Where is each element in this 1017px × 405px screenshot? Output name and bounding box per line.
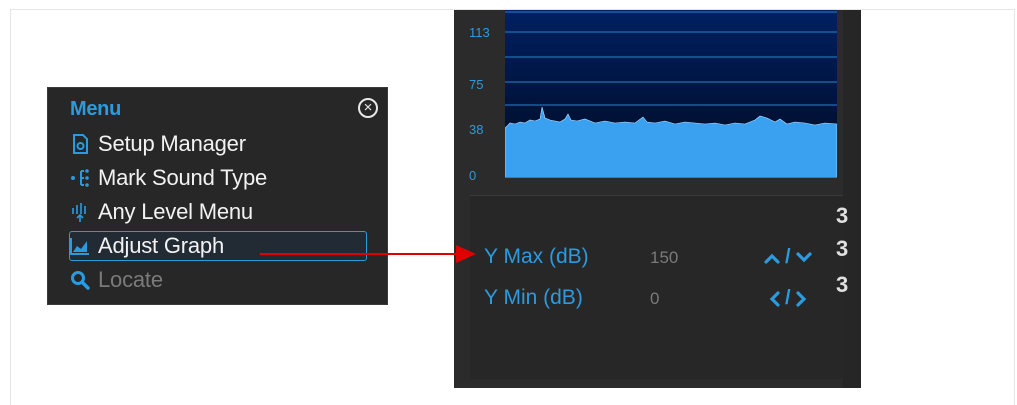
any-level-icon (70, 201, 90, 223)
y-min-value: 0 (650, 289, 660, 308)
menu-item-label: Mark Sound Type (98, 165, 268, 190)
level-graph (505, 10, 837, 178)
y-tick-label: 38 (469, 122, 484, 137)
search-icon (70, 269, 90, 291)
edge-digit: 3 (836, 203, 849, 228)
y-tick-label: 0 (469, 168, 477, 183)
chevron-up-icon[interactable] (764, 252, 780, 264)
menu-item-any-level[interactable]: Any Level Menu (70, 197, 360, 227)
close-circle-icon[interactable]: × (358, 98, 378, 118)
menu-item-label: Locate (98, 267, 163, 292)
y-min-label: Y Min (dB) (484, 286, 583, 309)
menu-item-mark-sound-type[interactable]: Mark Sound Type (70, 163, 360, 193)
adjust-graph-icon (70, 235, 90, 257)
mark-sound-type-icon (70, 167, 90, 189)
left-right-control: / (768, 287, 808, 310)
menu-title: Menu (70, 98, 122, 120)
y-max-value: 150 (650, 248, 679, 267)
edge-digit: 3 (836, 272, 849, 297)
menu-panel: Menu × Setup Manager Mark Sound Type Any… (47, 87, 388, 305)
edge-digit: 3 (836, 236, 849, 261)
separator-slash: / (785, 287, 791, 309)
y-tick-label: 113 (469, 25, 490, 40)
setup-manager-icon (70, 133, 90, 155)
callout-arrow (260, 245, 476, 263)
y-tick-label: 75 (469, 77, 484, 92)
y-max-label: Y Max (dB) (484, 245, 589, 268)
menu-item-label: Any Level Menu (98, 199, 253, 224)
menu-item-label: Setup Manager (98, 131, 246, 156)
chevron-right-icon[interactable] (795, 290, 808, 307)
chevron-left-icon[interactable] (768, 290, 780, 307)
menu-item-locate[interactable]: Locate (70, 265, 360, 295)
menu-item-setup-manager[interactable]: Setup Manager (70, 129, 360, 159)
menu-item-label: Adjust Graph (98, 233, 225, 258)
device-screen-edge (843, 10, 861, 388)
up-down-control: / (764, 246, 812, 269)
separator-slash: / (785, 246, 791, 268)
chevron-down-icon[interactable] (795, 251, 812, 264)
